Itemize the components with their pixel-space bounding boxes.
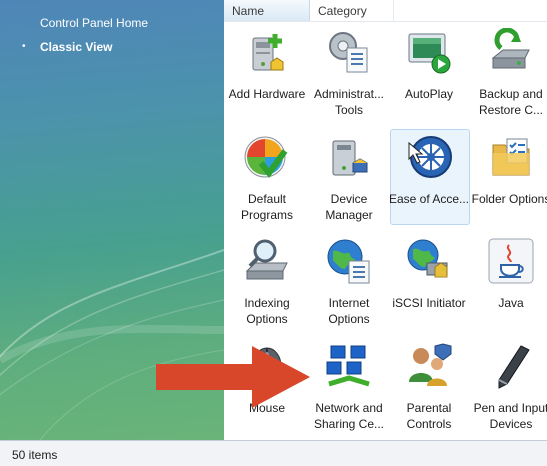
item-label: Backup and Restore C... [478, 87, 544, 117]
status-bar: 50 items [0, 440, 547, 466]
item-label: Pen and Input Devices [473, 401, 547, 431]
item-label: Network and Sharing Ce... [313, 401, 385, 431]
folder-options-icon [492, 138, 530, 176]
classic-view-bullet: • [22, 41, 26, 52]
column-category[interactable]: Category [310, 0, 394, 21]
item-label: Folder Options [471, 192, 547, 206]
network-sharing-icon [326, 345, 370, 387]
iscsi-initiator-icon [407, 239, 448, 278]
ease-of-access-icon [408, 136, 452, 178]
item-label: Java [498, 296, 524, 310]
parental-controls-icon [409, 343, 452, 386]
add-hardware-icon [252, 34, 284, 71]
autoplay-icon [408, 33, 451, 74]
item-label: iSCSI Initiator [392, 296, 466, 310]
item-label: Parental Controls [406, 401, 452, 431]
default-programs-icon [244, 136, 288, 178]
item-label: Add Hardware [228, 87, 306, 101]
item-label: Device Manager [325, 192, 373, 222]
item-label: Ease of Acce... [388, 192, 470, 206]
indexing-options-icon [245, 239, 288, 280]
item-label: Administrat... Tools [313, 87, 385, 117]
column-name-label: Name [232, 4, 265, 18]
column-category-label: Category [318, 4, 367, 18]
item-label: AutoPlay [404, 87, 454, 101]
item-label: Indexing Options [244, 296, 290, 326]
item-count: 50 items [12, 448, 58, 462]
java-icon [488, 238, 534, 284]
item-label: Internet Options [328, 296, 370, 326]
backup-restore-icon [491, 28, 530, 69]
column-header: Name Category [224, 0, 547, 22]
control-panel-home-link[interactable]: Control Panel Home [40, 16, 148, 30]
column-name[interactable]: Name [224, 0, 310, 21]
pen-input-icon [498, 345, 530, 389]
device-manager-icon [332, 140, 368, 176]
classic-view-link[interactable]: Classic View [40, 40, 113, 54]
administrative-tools-icon [329, 32, 368, 73]
internet-options-icon [327, 239, 370, 284]
red-arrow-annotation [156, 346, 310, 408]
item-label: Default Programs [240, 192, 293, 222]
